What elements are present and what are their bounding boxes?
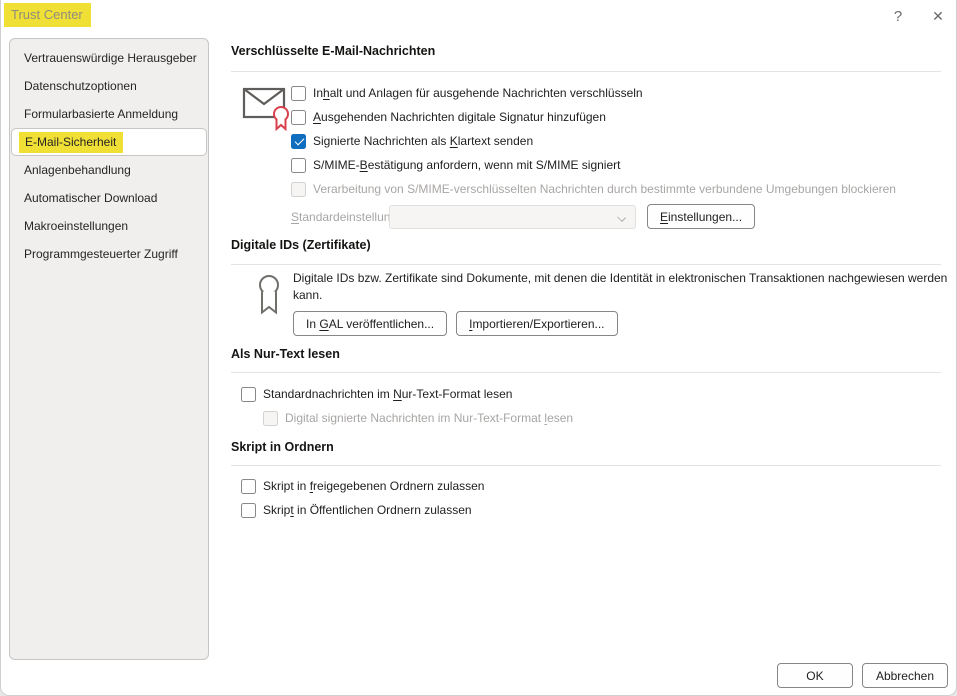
section-title-script-folders: Skript in Ordnern xyxy=(231,440,334,454)
checkbox-row-read-plain-text: Standardnachrichten im Nur-Text-Format l… xyxy=(241,385,512,403)
sidebar-item-label: Makroeinstellungen xyxy=(24,219,128,233)
publish-gal-button[interactable]: In GAL veröffentlichen... xyxy=(293,311,447,336)
dialog-footer: OK Abbrechen xyxy=(777,663,948,688)
checkbox-read-signed-plain-text xyxy=(263,411,278,426)
section-title-digital-ids: Digitale IDs (Zertifikate) xyxy=(231,238,371,252)
sidebar: Vertrauenswürdige Herausgeber Datenschut… xyxy=(9,38,209,660)
section-title-plain-text: Als Nur-Text lesen xyxy=(231,347,340,361)
checkbox-label[interactable]: Signierte Nachrichten als Klartext sende… xyxy=(313,134,533,148)
sidebar-item-email-sicherheit[interactable]: E-Mail-Sicherheit xyxy=(11,128,207,156)
checkbox-digital-signature[interactable] xyxy=(291,110,306,125)
digital-ids-buttons: In GAL veröffentlichen... Importieren/Ex… xyxy=(293,311,618,336)
sidebar-item-programmgesteuerter-zugriff[interactable]: Programmgesteuerter Zugriff xyxy=(10,240,208,268)
checkbox-row-encrypt-outgoing: Inhalt und Anlagen für ausgehende Nachri… xyxy=(291,84,643,102)
divider xyxy=(231,71,941,72)
checkbox-row-smime-receipt: S/MIME-Bestätigung anfordern, wenn mit S… xyxy=(291,156,620,174)
import-export-button[interactable]: Importieren/Exportieren... xyxy=(456,311,617,336)
sidebar-item-label: Datenschutzoptionen xyxy=(24,79,137,93)
checkbox-label[interactable]: Inhalt und Anlagen für ausgehende Nachri… xyxy=(313,86,643,100)
section-title-encrypted-email: Verschlüsselte E-Mail-Nachrichten xyxy=(231,44,435,58)
sidebar-item-datenschutzoptionen[interactable]: Datenschutzoptionen xyxy=(10,72,208,100)
default-setting-label: Standardeinstellung: xyxy=(291,210,400,224)
checkbox-read-plain-text[interactable] xyxy=(241,387,256,402)
checkbox-label: Verarbeitung von S/MIME-verschlüsselten … xyxy=(313,182,896,196)
checkbox-label[interactable]: Skript in Öffentlichen Ordnern zulassen xyxy=(263,503,472,517)
divider xyxy=(231,264,941,265)
checkbox-script-public-folders[interactable] xyxy=(241,503,256,518)
default-setting-dropdown xyxy=(389,205,636,229)
checkbox-script-shared-folders[interactable] xyxy=(241,479,256,494)
settings-button[interactable]: Einstellungen... xyxy=(647,204,755,229)
checkbox-row-digital-signature: Ausgehenden Nachrichten digitale Signatu… xyxy=(291,108,606,126)
checkbox-row-script-shared-folders: Skript in freigegebenen Ordnern zulassen xyxy=(241,477,484,495)
divider xyxy=(231,465,941,466)
trust-center-dialog: Trust Center ? ✕ Vertrauenswürdige Herau… xyxy=(0,0,957,696)
main-content: Verschlüsselte E-Mail-Nachrichten Inhalt… xyxy=(231,0,941,660)
dialog-title: Trust Center xyxy=(4,3,91,27)
checkbox-block-smime-environments xyxy=(291,182,306,197)
ok-button[interactable]: OK xyxy=(777,663,853,688)
divider xyxy=(231,372,941,373)
sidebar-item-label: E-Mail-Sicherheit xyxy=(19,132,123,153)
checkbox-cleartext-signed[interactable] xyxy=(291,134,306,149)
encrypted-envelope-icon xyxy=(242,82,292,132)
checkbox-row-script-public-folders: Skript in Öffentlichen Ordnern zulassen xyxy=(241,501,472,519)
checkbox-label: Digital signierte Nachrichten im Nur-Tex… xyxy=(285,411,573,425)
sidebar-item-label: Formularbasierte Anmeldung xyxy=(24,107,178,121)
sidebar-item-label: Automatischer Download xyxy=(24,191,157,205)
checkbox-row-block-smime-environments: Verarbeitung von S/MIME-verschlüsselten … xyxy=(291,180,896,198)
checkbox-label[interactable]: S/MIME-Bestätigung anfordern, wenn mit S… xyxy=(313,158,620,172)
chevron-down-icon xyxy=(617,213,626,222)
checkbox-label[interactable]: Standardnachrichten im Nur-Text-Format l… xyxy=(263,387,512,401)
cancel-button[interactable]: Abbrechen xyxy=(862,663,948,688)
digital-ids-description: Digitale IDs bzw. Zertifikate sind Dokum… xyxy=(293,270,955,304)
checkbox-label[interactable]: Ausgehenden Nachrichten digitale Signatu… xyxy=(313,110,606,124)
checkbox-label[interactable]: Skript in freigegebenen Ordnern zulassen xyxy=(263,479,484,493)
checkbox-row-read-signed-plain-text: Digital signierte Nachrichten im Nur-Tex… xyxy=(263,409,573,427)
sidebar-item-label: Programmgesteuerter Zugriff xyxy=(24,247,178,261)
sidebar-item-vertrauenswuerdige-herausgeber[interactable]: Vertrauenswürdige Herausgeber xyxy=(10,44,208,72)
certificate-ribbon-icon xyxy=(253,274,285,322)
sidebar-item-label: Anlagenbehandlung xyxy=(24,163,131,177)
checkbox-row-cleartext-signed: Signierte Nachrichten als Klartext sende… xyxy=(291,132,533,150)
sidebar-item-makroeinstellungen[interactable]: Makroeinstellungen xyxy=(10,212,208,240)
sidebar-item-label: Vertrauenswürdige Herausgeber xyxy=(24,51,197,65)
default-setting-row: Standardeinstellung: xyxy=(291,205,400,229)
sidebar-item-automatischer-download[interactable]: Automatischer Download xyxy=(10,184,208,212)
checkbox-encrypt-outgoing[interactable] xyxy=(291,86,306,101)
checkbox-smime-receipt[interactable] xyxy=(291,158,306,173)
sidebar-item-formularbasierte-anmeldung[interactable]: Formularbasierte Anmeldung xyxy=(10,100,208,128)
sidebar-item-anlagenbehandlung[interactable]: Anlagenbehandlung xyxy=(10,156,208,184)
